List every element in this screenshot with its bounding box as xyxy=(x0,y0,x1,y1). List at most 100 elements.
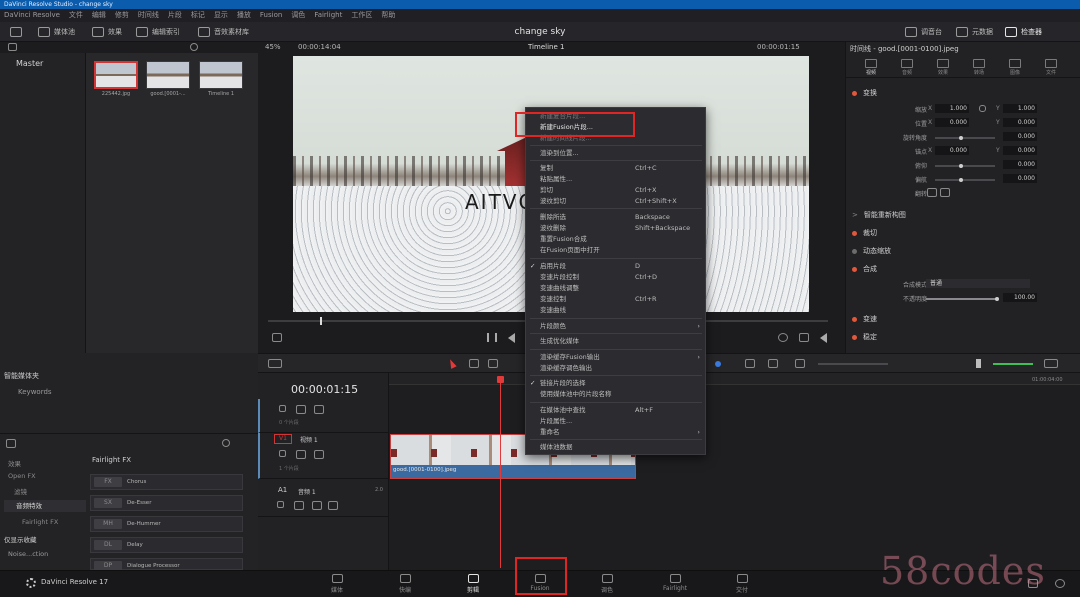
track-label-v1[interactable]: V1 xyxy=(274,434,292,444)
zoom-full-icon[interactable] xyxy=(745,359,755,368)
timeline-view-options-icon[interactable] xyxy=(268,359,282,368)
loop-icon[interactable] xyxy=(778,333,788,342)
menu-workspace[interactable]: 工作区 xyxy=(351,11,372,20)
zoom-level[interactable]: 45% xyxy=(265,43,281,51)
clip-thumbnail[interactable] xyxy=(94,61,138,89)
solo-icon[interactable] xyxy=(312,501,322,510)
track-name[interactable]: 视频 1 xyxy=(300,435,318,444)
search-icon[interactable] xyxy=(222,439,230,447)
inspector-button[interactable]: 检查器 xyxy=(1005,25,1042,39)
rotation-field[interactable]: 0.000 xyxy=(1003,132,1037,141)
track-name[interactable]: 音频 1 xyxy=(298,487,316,496)
link-icon[interactable] xyxy=(979,105,986,112)
menu-playback[interactable]: 播放 xyxy=(237,11,251,20)
timeline-thumbnail[interactable] xyxy=(199,61,243,89)
menu-item-rename[interactable]: 重命名 › xyxy=(540,427,700,437)
yaw-field[interactable]: 0.000 xyxy=(1003,174,1037,183)
mixer-button[interactable]: 调音台 xyxy=(905,25,942,39)
menu-item-retime-controls[interactable]: 变速片段控制 Ctrl+D xyxy=(540,272,700,282)
crop-section[interactable]: 裁切 xyxy=(852,228,877,238)
play-reverse-icon[interactable] xyxy=(508,333,515,343)
playhead-handle[interactable] xyxy=(497,376,504,383)
tree-item-effects[interactable]: 效果 xyxy=(8,458,21,468)
menu-item-clip-attributes[interactable]: 片段属性... xyxy=(540,416,700,426)
prev-edit-icon[interactable] xyxy=(820,333,827,343)
metadata-button[interactable]: 元数据 xyxy=(956,25,993,39)
fx-item-dialogue-processor[interactable]: DP Dialogue Processor xyxy=(90,558,243,571)
menu-item-retime-control[interactable]: 变速控制 Ctrl+R xyxy=(540,294,700,304)
menu-item-reset-fusion[interactable]: 重置Fusion合成 xyxy=(540,234,700,244)
speaker-icon[interactable] xyxy=(976,359,986,368)
menu-item-paste-attributes[interactable]: 粘贴属性... xyxy=(540,174,700,184)
tree-item-fairlight-fx[interactable]: Fairlight FX xyxy=(22,518,58,526)
lock-icon[interactable] xyxy=(277,501,284,508)
media-pool-button[interactable]: 媒体池 xyxy=(38,25,75,39)
speed-section[interactable]: 变速 xyxy=(852,314,877,324)
gear-icon[interactable] xyxy=(1055,579,1065,588)
keywords-item[interactable]: Keywords xyxy=(18,388,52,396)
mute-icon[interactable] xyxy=(328,501,338,510)
tab-transition[interactable]: 转场 xyxy=(966,59,992,76)
timeline-ruler[interactable]: 01:00:04:00 xyxy=(389,373,1080,385)
page-media[interactable]: 媒体 xyxy=(317,574,357,594)
transform-section[interactable]: 变换 xyxy=(852,88,877,98)
menu-item-cut[interactable]: 剪切 Ctrl+X xyxy=(540,185,700,195)
menu-view[interactable]: 显示 xyxy=(214,11,228,20)
tab-audio[interactable]: 音频 xyxy=(894,59,920,76)
tree-item-audio-fx[interactable]: 音频特效 xyxy=(4,500,86,512)
track-visibility-icon[interactable] xyxy=(314,405,324,414)
enable-dot[interactable] xyxy=(852,316,857,322)
enable-dot[interactable] xyxy=(852,230,857,236)
zoom-x-field[interactable]: 1.000 xyxy=(935,104,969,113)
composite-mode-dropdown[interactable]: 普通 xyxy=(926,279,1030,288)
sidebar-toggle-icon[interactable] xyxy=(6,439,16,448)
tab-file[interactable]: 文件 xyxy=(1038,59,1064,76)
playhead-line[interactable] xyxy=(500,378,501,568)
opacity-field[interactable]: 100.00 xyxy=(1003,293,1037,302)
menu-clip[interactable]: 片段 xyxy=(168,11,182,20)
zoom-detail-icon[interactable] xyxy=(768,359,778,368)
flag-color-icon[interactable] xyxy=(715,361,721,367)
enable-dot[interactable] xyxy=(852,90,857,96)
menu-item-media-pool-data[interactable]: 媒体池数据 xyxy=(540,442,700,452)
page-deliver[interactable]: 交付 xyxy=(722,574,762,594)
tree-item-filters[interactable]: 滤镜 xyxy=(14,486,27,496)
fx-item-delay[interactable]: DL Delay xyxy=(90,537,243,553)
zoom-y-field[interactable]: 1.000 xyxy=(1003,104,1037,113)
slider-knob[interactable] xyxy=(959,178,963,182)
menu-item-find-in-pool[interactable]: 在媒体池中查找 Alt+F xyxy=(540,405,700,415)
track-label-a1[interactable]: A1 xyxy=(278,486,287,494)
trim-tool-icon[interactable] xyxy=(469,359,479,368)
dynamic-zoom-section[interactable]: 动态缩放 xyxy=(852,246,891,256)
sound-library-button[interactable]: 音效素材库 xyxy=(198,25,249,39)
dynamic-trim-icon[interactable] xyxy=(488,359,498,368)
scrubber-handle[interactable] xyxy=(320,317,322,325)
auto-select-icon[interactable] xyxy=(294,501,304,510)
menu-item-generate-optimized-media[interactable]: 生成优化媒体 xyxy=(540,336,700,346)
zoom-custom-icon[interactable] xyxy=(795,359,805,368)
menu-trim[interactable]: 修剪 xyxy=(115,11,129,20)
edit-index-button[interactable]: 编辑索引 xyxy=(136,25,180,39)
effects-button[interactable]: 效果 xyxy=(92,25,122,39)
fx-item-de-esser[interactable]: SX De-Esser xyxy=(90,495,243,511)
tab-effects[interactable]: 效果 xyxy=(930,59,956,76)
timeline-zoom-slider[interactable] xyxy=(818,363,888,365)
layout-toggle-button[interactable] xyxy=(10,25,22,39)
enable-dot[interactable] xyxy=(852,266,857,272)
menu-color[interactable]: 调色 xyxy=(291,11,305,20)
menu-item-use-pool-clip-name[interactable]: 使用媒体池中的片段名称 xyxy=(540,389,700,399)
tab-image[interactable]: 图像 xyxy=(1002,59,1028,76)
menu-item-ripple-delete[interactable]: 波纹删除 Shift+Backspace xyxy=(540,223,700,233)
menu-item-copy[interactable]: 复制 Ctrl+C xyxy=(540,163,700,173)
menu-item-clip-color[interactable]: 片段颜色 › xyxy=(540,321,700,331)
fx-item-chorus[interactable]: FX Chorus xyxy=(90,474,243,490)
tab-video[interactable]: 视频 xyxy=(858,59,884,76)
lock-icon[interactable] xyxy=(279,405,286,412)
auto-select-icon[interactable] xyxy=(296,405,306,414)
menu-file[interactable]: 文件 xyxy=(69,11,83,20)
opacity-slider[interactable] xyxy=(926,298,996,300)
slider-knob[interactable] xyxy=(959,164,963,168)
menu-edit[interactable]: 编辑 xyxy=(92,11,106,20)
slider-knob[interactable] xyxy=(959,136,963,140)
grid-view-icon[interactable] xyxy=(8,43,17,51)
